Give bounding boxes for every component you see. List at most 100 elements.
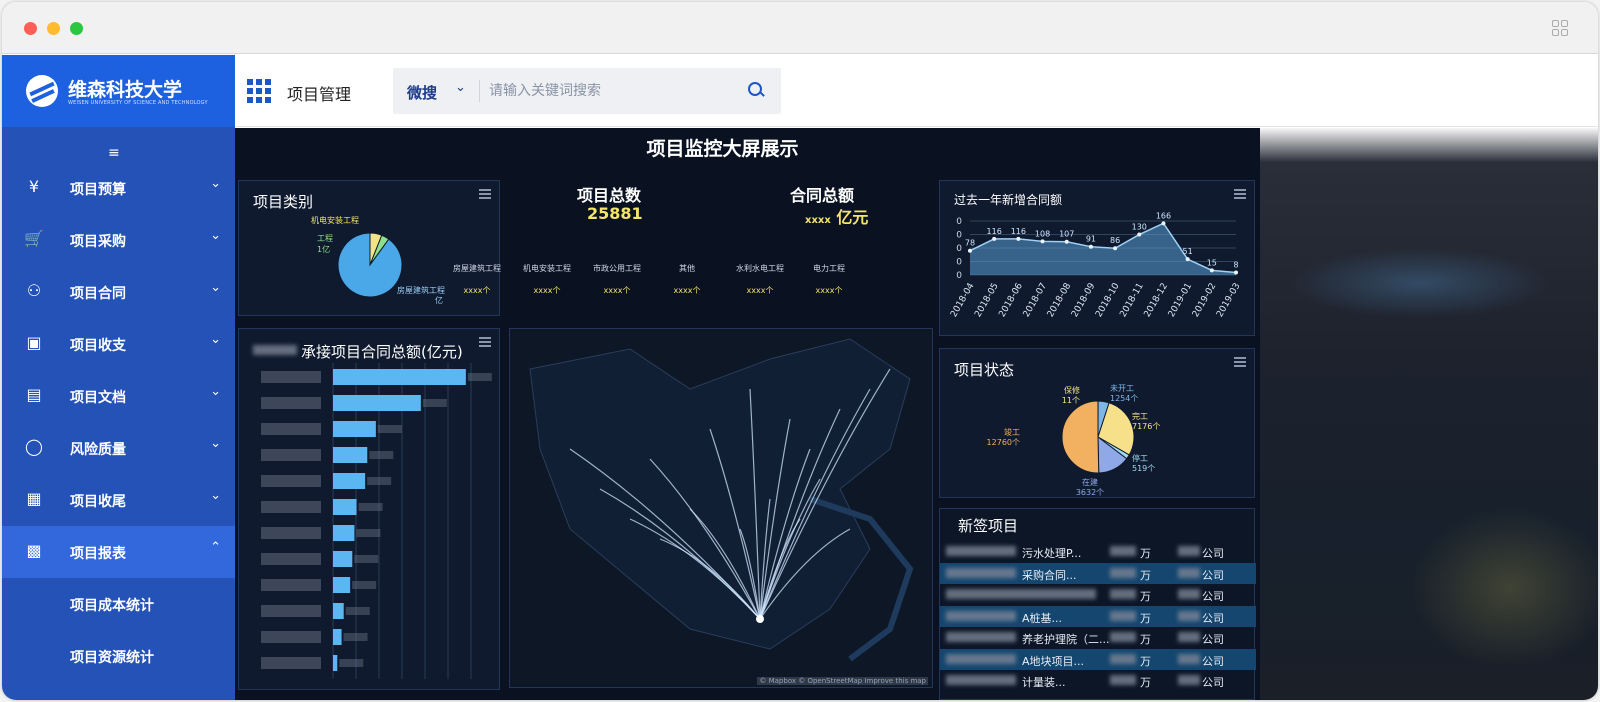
chevron-down-icon: ⌄ (210, 332, 221, 347)
sidebar-item-risk-quality[interactable]: ◯ 风险质量 ⌄ (2, 422, 235, 474)
brand-subtitle: WEISEN UNIVERSITY OF SCIENCE AND TECHNOL… (68, 100, 208, 106)
archive-icon: ▦ (26, 489, 42, 508)
sidebar-item-closing[interactable]: ▦ 项目收尾 ⌄ (2, 474, 235, 526)
pie-value-label: 3632个 (1076, 488, 1104, 497)
data-label: 15 (1207, 258, 1217, 267)
project-amount: 万 (1140, 633, 1151, 646)
search-input[interactable] (489, 78, 739, 104)
sidebar-item-budget[interactable]: ¥ 项目预算 ⌄ (2, 162, 235, 214)
project-amount: 万 (1140, 568, 1151, 582)
blurred-value-label (422, 399, 447, 407)
map-attribution[interactable]: © Mapbox © OpenStreetMap Improve this ma… (757, 677, 928, 685)
chevron-down-icon: ⌄ (210, 384, 221, 399)
table-row[interactable]: A地块项目... 万 公司 (940, 648, 1256, 670)
blurred-value-label (352, 581, 377, 589)
pie-label: 停工 (1132, 453, 1148, 463)
chevron-down-icon[interactable]: ⌄ (455, 80, 466, 95)
blurred-value-label (343, 633, 368, 641)
panel-new-projects: 新签项目 污水处理P... 万公司 采购合同... 万公司万公司 A桩基... 万公司 养老… (939, 508, 1256, 700)
status-pie-chart: 保修11个 未开工1254个完工7176个停工519个在建3632个 竣工12760… (987, 383, 1161, 497)
table-row[interactable]: 采购合同... 万 公司 (940, 562, 1256, 584)
bar (333, 603, 344, 619)
data-point (1137, 232, 1142, 237)
table-row[interactable]: 万 公司 (940, 584, 1256, 605)
sidebar-item-label: 项目报表 (70, 546, 126, 562)
brand-logo[interactable]: 维森科技大学 WEISEN UNIVERSITY OF SCIENCE AND … (2, 55, 235, 127)
close-window-button[interactable] (24, 22, 37, 35)
project-name: 计量装... (1022, 676, 1066, 689)
monthly-area-chart: 00000782018-041162018-051162018-06108201… (949, 211, 1242, 320)
blurred-background (1260, 128, 1598, 700)
apps-grid-icon[interactable] (247, 79, 271, 103)
category-name: 市政公用工程 (593, 264, 641, 273)
chart-icon: ▩ (26, 541, 42, 560)
bar (333, 577, 351, 593)
sidebar-item-procurement[interactable]: 🛒 项目采购 ⌄ (2, 214, 235, 266)
blurred-category-label (261, 605, 321, 617)
blurred-text (1110, 675, 1136, 685)
chevron-down-icon: ⌄ (210, 488, 221, 503)
kpi-projects-value: 25881 (587, 204, 643, 223)
blurred-text (946, 546, 1016, 556)
grid-view-icon[interactable] (1552, 20, 1568, 36)
chevron-down-icon: ⌄ (210, 228, 221, 243)
pie-label: 竣工 (1004, 427, 1020, 437)
project-amount: 万 (1140, 547, 1151, 560)
sidebar-item-contract[interactable]: ⚇ 项目合同 ⌄ (2, 266, 235, 318)
blurred-category-label (261, 475, 321, 487)
sidebar-subitem-cost-stats[interactable]: 项目成本统计 (70, 595, 154, 615)
minimize-window-button[interactable] (47, 22, 60, 35)
x-tick-label: 2019-01 (1167, 282, 1194, 320)
blurred-text (1178, 546, 1200, 556)
x-tick-label: 2018-11 (1118, 282, 1145, 320)
blurred-text (1110, 546, 1136, 556)
blurred-text (1178, 610, 1200, 621)
table-row[interactable]: 计量装... 万 公司 (940, 670, 1256, 691)
sidebar-item-reports[interactable]: ▩ 项目报表 ⌃ (2, 526, 235, 578)
map-panel[interactable]: © Mapbox © OpenStreetMap Improve this ma… (509, 328, 933, 688)
cart-icon: 🛒 (24, 229, 44, 248)
blurred-value-label (356, 529, 381, 537)
panel-contract-total: 承接项目合同总额(亿元) (238, 328, 500, 690)
pie-value-label: 519个 (1132, 464, 1155, 473)
top-bar: 项目管理 微搜 ⌄ (235, 55, 1598, 127)
blurred-value-label (339, 659, 364, 667)
table-row[interactable]: 养老护理院（二... 万 公司 (940, 627, 1256, 648)
blurred-category-label (261, 631, 321, 643)
data-label: 130 (1132, 223, 1147, 232)
shield-check-icon: ◯ (25, 437, 43, 456)
bar (333, 525, 355, 541)
bar (333, 499, 357, 515)
collapse-menu-icon[interactable]: ≡ (108, 145, 120, 161)
table-row[interactable]: A桩基... 万 公司 (940, 605, 1256, 627)
data-label: 116 (987, 227, 1002, 236)
sidebar-item-finance[interactable]: ▣ 项目收支 ⌄ (2, 318, 235, 370)
category-name: 其他 (679, 264, 695, 273)
project-name: 采购合同... (1022, 568, 1077, 582)
data-point (1113, 246, 1118, 251)
blurred-text (1110, 610, 1136, 621)
bar (333, 551, 353, 567)
data-point (992, 236, 997, 241)
sidebar-subitem-resource-stats[interactable]: 项目资源统计 (70, 647, 154, 667)
blurred-category-label (261, 553, 321, 565)
wallet-yen-icon: ¥ (28, 177, 40, 196)
sidebar-item-label: 项目收支 (70, 338, 126, 354)
maximize-window-button[interactable] (70, 22, 83, 35)
pie-label: 完工 (1132, 411, 1148, 421)
bar (333, 395, 421, 411)
category-name: 水利水电工程 (736, 264, 784, 273)
blurred-category-label (261, 657, 321, 669)
table-row[interactable]: 污水处理P... 万 公司 (940, 541, 1256, 562)
pie-label: 在建 (1082, 477, 1098, 487)
search-scope-select[interactable]: 微搜 (407, 82, 437, 103)
sidebar-item-label: 项目文档 (70, 390, 126, 406)
sidebar-item-documents[interactable]: ▤ 项目文档 ⌄ (2, 370, 235, 422)
search-icon[interactable] (747, 81, 767, 101)
blurred-text (1178, 589, 1200, 599)
kpi-contracts-prefix: xxxx (805, 215, 831, 226)
sidebar-item-label: 项目采购 (70, 234, 126, 250)
data-label: 91 (1086, 235, 1096, 244)
project-company: 公司 (1202, 611, 1224, 625)
pie-label-value: 1亿 (317, 244, 330, 254)
